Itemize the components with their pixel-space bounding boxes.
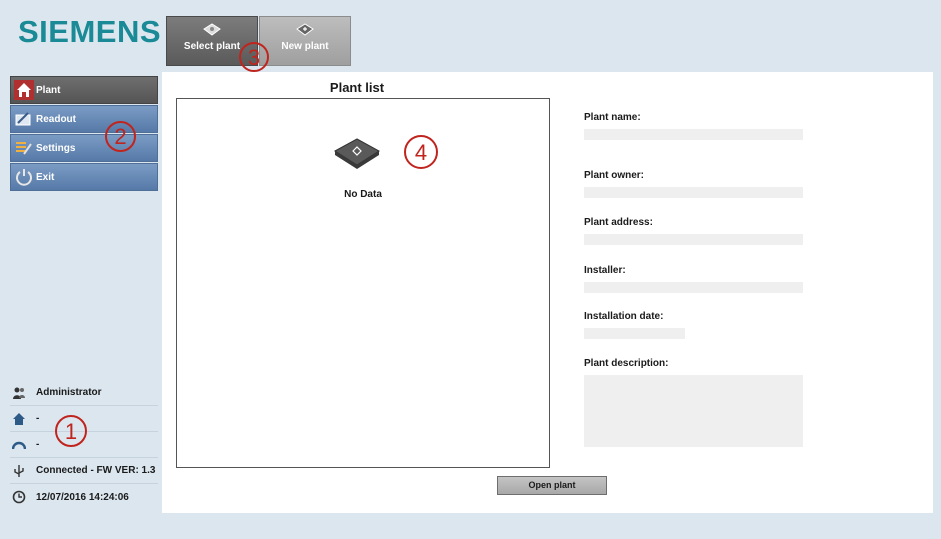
plant-description-field: Plant description: bbox=[584, 358, 803, 447]
folder-icon bbox=[203, 23, 221, 36]
sidebar-item-label: Settings bbox=[36, 142, 76, 154]
plant-address-value bbox=[584, 234, 803, 245]
plant-list-title: Plant list bbox=[329, 80, 385, 95]
installation-date-field: Installation date: bbox=[584, 311, 685, 339]
no-data-text: No Data bbox=[344, 189, 382, 200]
new-folder-icon bbox=[296, 23, 314, 36]
new-plant-label: New plant bbox=[281, 41, 329, 52]
installation-date-label: Installation date: bbox=[584, 311, 664, 322]
plant-list[interactable]: No Data bbox=[176, 98, 550, 468]
empty-folder-icon bbox=[334, 138, 380, 169]
plant-address-field: Plant address: bbox=[584, 217, 803, 245]
home-icon bbox=[13, 412, 25, 425]
callout-1: 1 bbox=[55, 415, 87, 447]
installer-value bbox=[584, 282, 803, 293]
siemens-logo: SIEMENS bbox=[18, 14, 162, 49]
status-panel: Administrator - - Connected - FW VER: 1.… bbox=[10, 380, 158, 510]
plant-description-value bbox=[584, 375, 803, 447]
open-plant-button[interactable]: Open plant bbox=[497, 476, 607, 495]
callout-4: 4 bbox=[404, 135, 438, 169]
users-icon bbox=[13, 387, 25, 399]
clock-icon bbox=[12, 490, 26, 504]
sidebar-item-exit[interactable]: Exit bbox=[10, 163, 158, 191]
callout-3: 3 bbox=[239, 42, 269, 72]
sidebar-item-plant[interactable]: Plant bbox=[10, 76, 158, 104]
plant-name-label: Plant name: bbox=[584, 112, 641, 123]
plant-owner-field: Plant owner: bbox=[584, 170, 803, 198]
sidebar-item-label: Plant bbox=[36, 84, 61, 96]
power-icon bbox=[16, 169, 32, 186]
plant-name-field: Plant name: bbox=[584, 112, 803, 140]
plant-address-label: Plant address: bbox=[584, 217, 653, 228]
installer-label: Installer: bbox=[584, 265, 626, 276]
sidebar-item-readout[interactable]: Readout bbox=[10, 105, 158, 133]
new-plant-button[interactable]: New plant bbox=[259, 16, 351, 66]
plant-owner-value bbox=[584, 187, 803, 198]
plant-owner-label: Plant owner: bbox=[584, 170, 645, 181]
sidebar-item-label: Readout bbox=[36, 113, 76, 125]
plant-name-value bbox=[584, 129, 803, 140]
installer-field: Installer: bbox=[584, 265, 803, 293]
status-datetime: 12/07/2016 14:24:06 bbox=[10, 484, 158, 510]
plant-description-label: Plant description: bbox=[584, 358, 669, 369]
gauge-icon bbox=[12, 441, 26, 449]
status-user: Administrator bbox=[10, 380, 158, 406]
home-icon bbox=[14, 80, 34, 100]
sidebar-item-label: Exit bbox=[36, 171, 55, 183]
meter-readout-icon bbox=[15, 112, 31, 126]
status-connection: Connected - FW VER: 1.3 bbox=[10, 458, 158, 484]
settings-tools-icon bbox=[16, 142, 32, 155]
installation-date-value bbox=[584, 328, 685, 339]
callout-2: 2 bbox=[105, 121, 136, 152]
usb-icon bbox=[14, 464, 24, 477]
